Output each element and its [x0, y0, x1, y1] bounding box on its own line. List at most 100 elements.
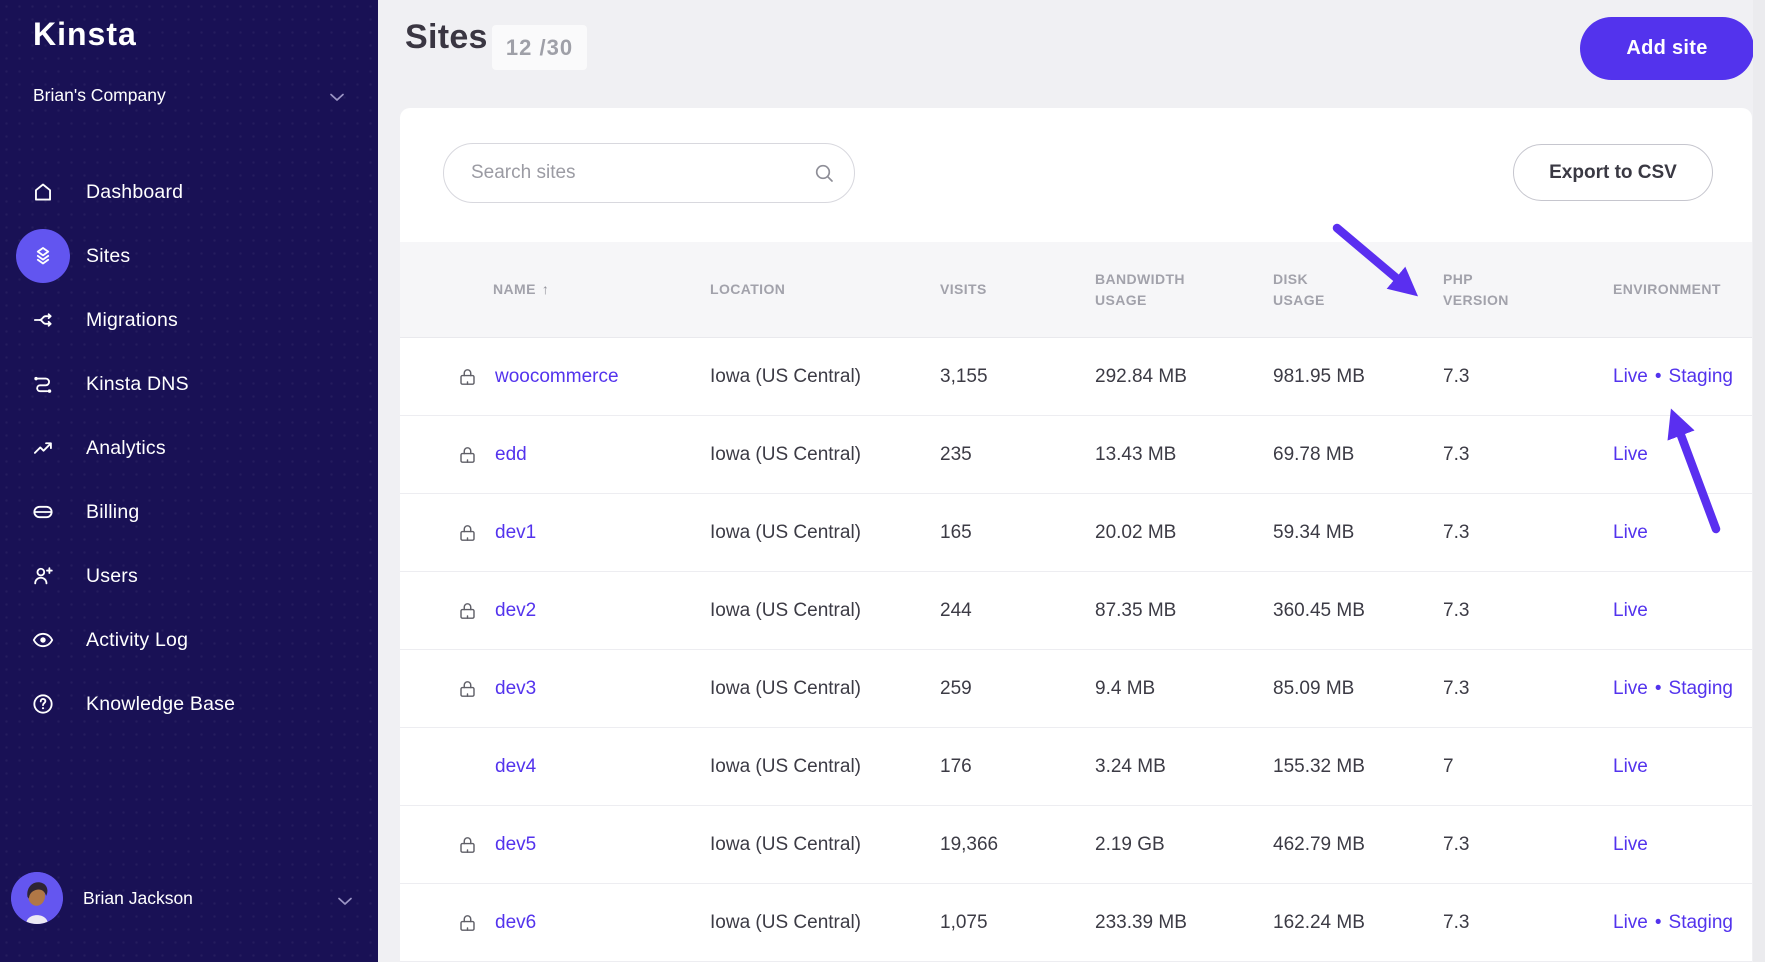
environment-link-live[interactable]: Live [1613, 600, 1648, 621]
site-name-link[interactable]: dev6 [495, 912, 536, 934]
sidebar-item-label: Users [86, 564, 138, 587]
environment-link-live[interactable]: Live [1613, 678, 1648, 699]
sidebar-item-label: Kinsta DNS [86, 372, 189, 395]
sidebar-item-knowledge-base[interactable]: Knowledge Base [0, 672, 378, 736]
location-cell: Iowa (US Central) [710, 521, 861, 543]
sidebar-item-users[interactable]: Users [0, 544, 378, 608]
user-name: Brian Jackson [83, 888, 193, 908]
disk-usage-cell: 85.09 MB [1273, 677, 1355, 699]
php-version-cell: 7.3 [1443, 677, 1470, 699]
table-row: dev5 Iowa (US Central) 19,366 2.19 GB 46… [400, 806, 1752, 884]
disk-usage-cell: 59.34 MB [1273, 521, 1355, 543]
window-scrollbar-track[interactable] [1753, 0, 1765, 962]
environment-link-live[interactable]: Live [1613, 366, 1648, 387]
environment-link-live[interactable]: Live [1613, 522, 1648, 543]
environment-link-live[interactable]: Live [1613, 834, 1648, 855]
sites-table-body: woocommerce Iowa (US Central) 3,155 292.… [400, 338, 1752, 962]
search-input[interactable] [443, 143, 855, 203]
bandwidth-cell: 3.24 MB [1095, 755, 1166, 777]
visits-cell: 19,366 [940, 833, 999, 855]
page-title: Sites [405, 18, 488, 56]
table-row: edd Iowa (US Central) 235 13.43 MB 69.78… [400, 416, 1752, 494]
sidebar-item-label: Billing [86, 500, 140, 523]
column-header-disk-usage[interactable]: Disk Usage [1273, 269, 1443, 311]
sidebar-item-migrations[interactable]: Migrations [0, 288, 378, 352]
lock-icon [457, 444, 479, 466]
bandwidth-cell: 13.43 MB [1095, 443, 1177, 465]
column-header-visits[interactable]: Visits [940, 279, 1095, 300]
visits-cell: 1,075 [940, 911, 988, 933]
environment-link-live[interactable]: Live [1613, 912, 1648, 933]
visits-cell: 244 [940, 599, 972, 621]
environment-link-live[interactable]: Live [1613, 444, 1648, 465]
sidebar-item-label: Analytics [86, 436, 166, 459]
visits-cell: 259 [940, 677, 972, 699]
column-header-name[interactable]: Name ↑ [457, 279, 710, 300]
sites-count-badge: 12 /30 [492, 25, 587, 70]
environment-link-live[interactable]: Live [1613, 756, 1648, 777]
eye-icon [30, 627, 56, 653]
company-name: Brian's Company [33, 85, 166, 105]
home-icon [30, 179, 56, 205]
site-name-link[interactable]: edd [495, 444, 527, 466]
sidebar-item-billing[interactable]: Billing [0, 480, 378, 544]
lock-icon [457, 912, 479, 934]
lock-icon [457, 522, 479, 544]
column-header-environment[interactable]: Environment [1613, 279, 1752, 300]
account-menu[interactable]: Brian Jackson [0, 866, 378, 930]
lock-icon [457, 600, 479, 622]
php-version-cell: 7.3 [1443, 521, 1470, 543]
visits-cell: 3,155 [940, 365, 988, 387]
bandwidth-cell: 9.4 MB [1095, 677, 1156, 699]
site-name-link[interactable]: dev4 [495, 756, 536, 778]
visits-cell: 235 [940, 443, 972, 465]
table-row: dev3 Iowa (US Central) 259 9.4 MB 85.09 … [400, 650, 1752, 728]
sidebar-item-sites[interactable]: Sites [0, 224, 378, 288]
column-header-location[interactable]: Location [710, 279, 940, 300]
sidebar-item-label: Sites [86, 244, 131, 267]
php-version-cell: 7 [1443, 755, 1454, 777]
sites-layers-icon [30, 243, 56, 269]
sidebar-item-dashboard[interactable]: Dashboard [0, 160, 378, 224]
site-name-link[interactable]: dev1 [495, 522, 536, 544]
export-csv-button[interactable]: Export to CSV [1513, 144, 1713, 201]
site-name-link[interactable]: dev2 [495, 600, 536, 622]
environment-cell: Live [1613, 600, 1752, 622]
environment-link-staging[interactable]: Staging [1669, 912, 1733, 933]
sidebar-item-activity-log[interactable]: Activity Log [0, 608, 378, 672]
migration-branch-icon [30, 307, 56, 333]
location-cell: Iowa (US Central) [710, 755, 861, 777]
disk-usage-cell: 360.45 MB [1273, 599, 1365, 621]
sidebar-item-kinsta-dns[interactable]: Kinsta DNS [0, 352, 378, 416]
disk-usage-cell: 69.78 MB [1273, 443, 1355, 465]
sidebar-item-label: Activity Log [86, 628, 189, 651]
php-version-cell: 7.3 [1443, 599, 1470, 621]
column-header-php-version[interactable]: PHP Version [1443, 269, 1613, 311]
site-name-link[interactable]: woocommerce [495, 366, 619, 388]
add-site-button[interactable]: Add site [1580, 17, 1754, 80]
bandwidth-cell: 292.84 MB [1095, 365, 1187, 387]
dns-route-icon [30, 371, 56, 397]
location-cell: Iowa (US Central) [710, 677, 861, 699]
avatar [11, 872, 63, 924]
bandwidth-cell: 20.02 MB [1095, 521, 1177, 543]
table-header: Name ↑ Location Visits Bandwidth Usage Dis… [400, 242, 1752, 338]
user-plus-icon [30, 563, 56, 589]
visits-cell: 176 [940, 755, 972, 777]
trend-up-icon [30, 435, 56, 461]
main-content: Sites 12 /30 Add site Export to CSV Name… [378, 0, 1765, 962]
environment-link-staging[interactable]: Staging [1669, 678, 1733, 699]
sites-card: Export to CSV Name↑ Location Visits Band… [400, 108, 1752, 962]
sidebar-item-analytics[interactable]: Analytics [0, 416, 378, 480]
site-name-link[interactable]: dev3 [495, 678, 536, 700]
environment-link-staging[interactable]: Staging [1669, 366, 1733, 387]
column-header-bandwidth-usage[interactable]: Bandwidth Usage [1095, 269, 1273, 311]
environment-cell: Live [1613, 444, 1752, 466]
lock-icon [457, 678, 479, 700]
environment-cell: Live [1613, 834, 1752, 856]
sidebar: Kinsta Brian's Company Dashboard Sites M… [0, 0, 378, 962]
site-name-link[interactable]: dev5 [495, 834, 536, 856]
environment-separator: • [1654, 677, 1662, 699]
location-cell: Iowa (US Central) [710, 833, 861, 855]
company-switcher[interactable]: Brian's Company [0, 74, 378, 118]
